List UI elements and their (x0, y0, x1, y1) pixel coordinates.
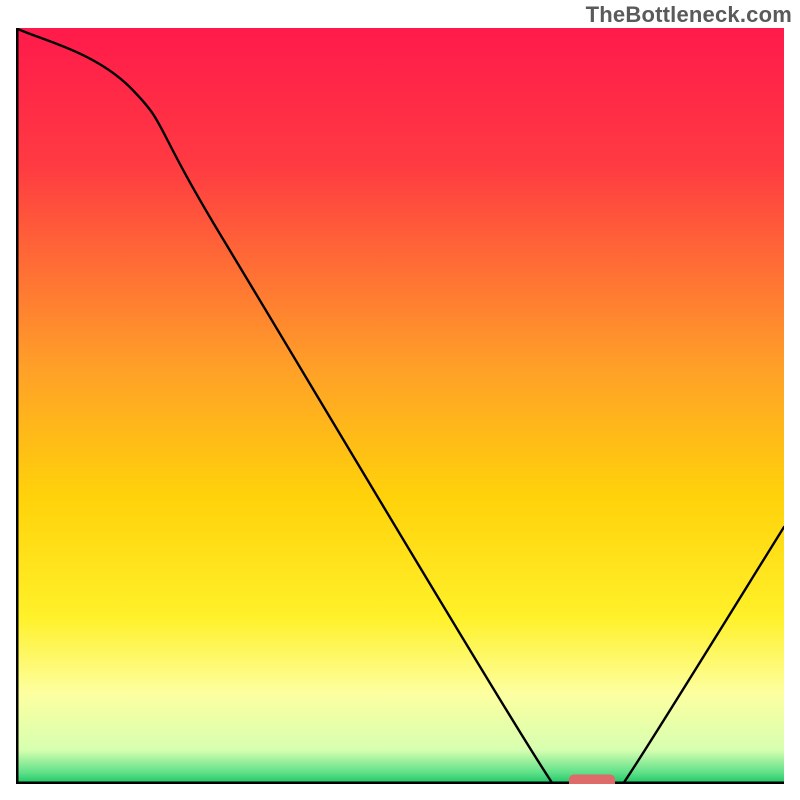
chart-container: TheBottleneck.com (0, 0, 800, 800)
watermark-text: TheBottleneck.com (586, 2, 792, 28)
bottleneck-chart (16, 28, 784, 784)
plot-area (16, 28, 784, 784)
optimum-marker (569, 774, 615, 784)
gradient-background (16, 28, 784, 784)
